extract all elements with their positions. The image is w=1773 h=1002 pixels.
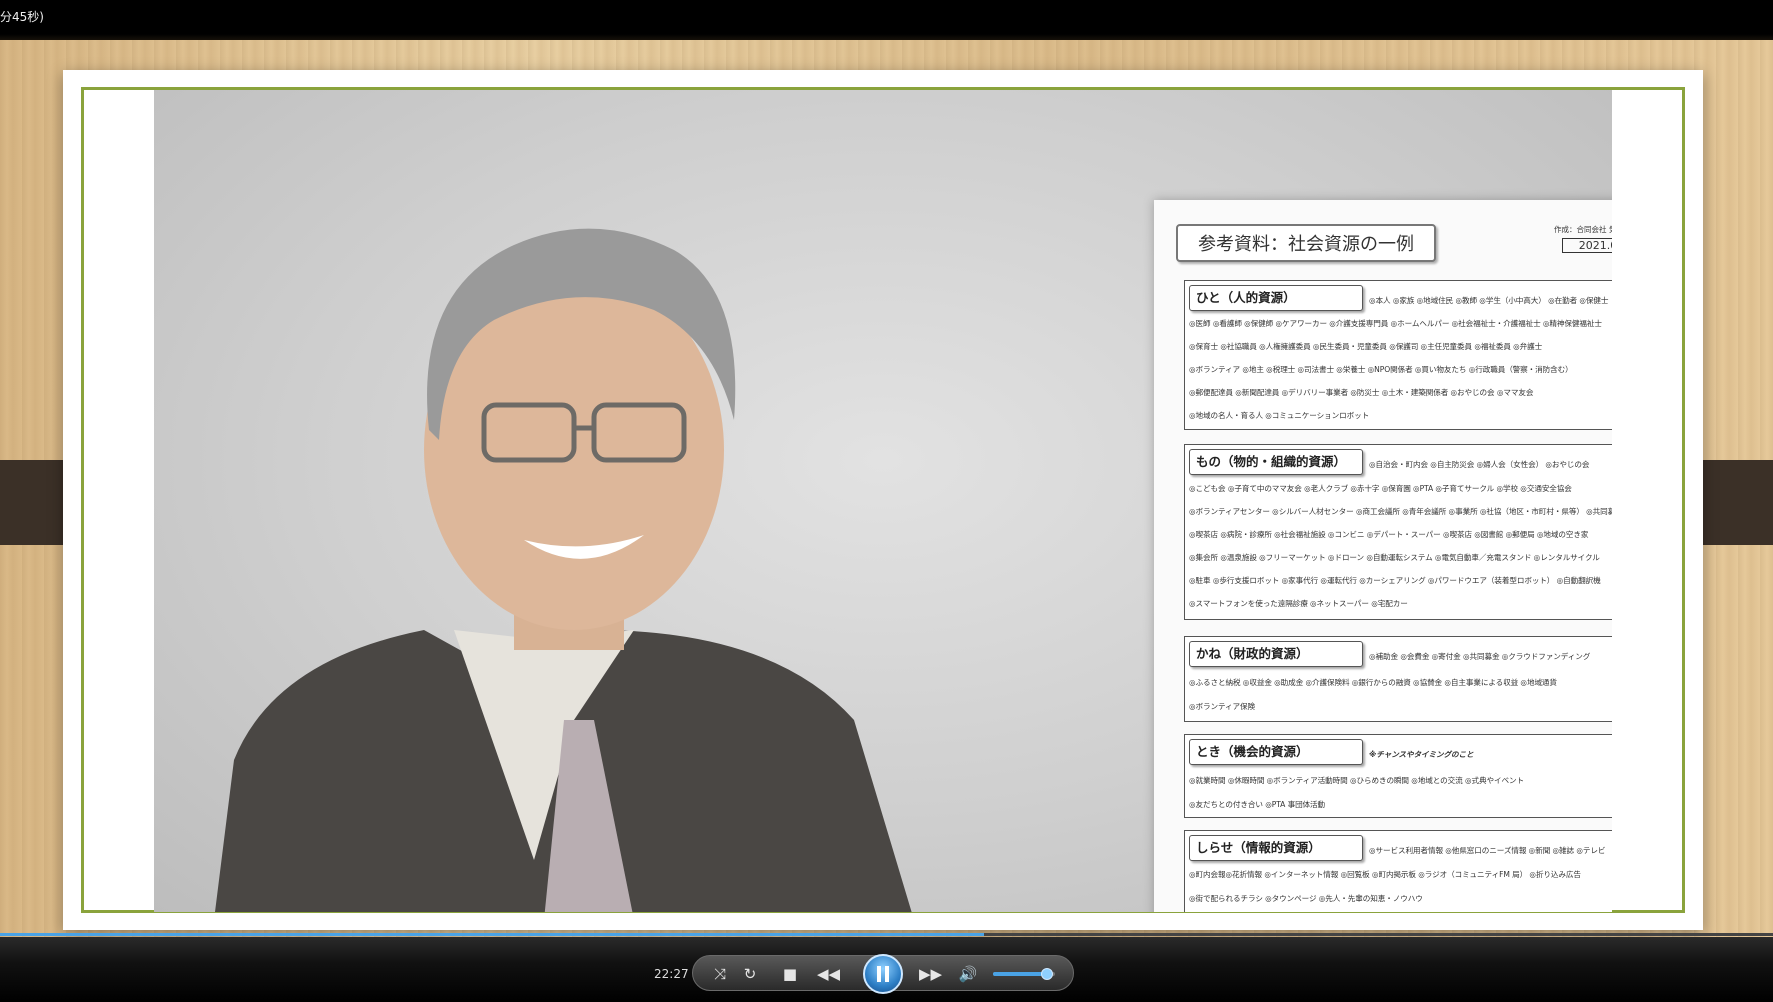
section-heading: ひと（人的資源） [1189,285,1363,311]
section-people: ひと（人的資源） ◎本人 ◎家族 ◎地域住民 ◎教師 ◎学生（小中高大） ◎在勤… [1184,280,1612,430]
section-money: かね（財政的資源） ◎補助金 ◎会費金 ◎寄付金 ◎共同募金 ◎クラウドファンデ… [1184,636,1612,722]
elapsed-label: 分45秒) [0,10,44,24]
player-controls: 22:27 ⤨ ↻ ■ ◀◀ ▶▶ 🔊 [0,937,1773,1002]
volume-icon[interactable]: 🔊 [957,964,979,984]
presenter-video: 参考資料：社会資源の一例 作成：合同会社 気愛道場研修企画工房 2021.09.… [154,90,1612,912]
section-line: ◎町内会報◎花折情報 ◎インターネット情報 ◎回覧板 ◎町内掲示板 ◎ラジオ（コ… [1189,870,1581,879]
document-date: 2021.09.01 現在 [1562,238,1612,253]
section-heading: とき（機会的資源） [1189,739,1363,765]
fast-forward-button[interactable]: ▶▶ [919,964,942,984]
rewind-button[interactable]: ◀◀ [817,964,840,984]
section-line: ◎医師 ◎看護師 ◎保健師 ◎ケアワーカー ◎介護支援専門員 ◎ホームヘルパー … [1189,319,1602,328]
section-heading: かね（財政的資源） [1189,641,1363,667]
section-line: ◎駐車 ◎歩行支援ロボット ◎家事代行 ◎運転代行 ◎カーシェアリング ◎パワー… [1189,576,1601,585]
section-time: とき（機会的資源） ※チャンスやタイミングのこと ◎就業時間 ◎休暇時間 ◎ボラ… [1184,734,1612,818]
presenter-image [215,228,912,912]
section-line: ◎補助金 ◎会費金 ◎寄付金 ◎共同募金 ◎クラウドファンディング [1369,652,1591,661]
section-information: しらせ（情報的資源） ◎サービス利用者情報 ◎他県窓口のニーズ情報 ◎新聞 ◎雑… [1184,830,1612,912]
section-heading: もの（物的・組織的資源） [1189,449,1363,475]
section-line: ◎喫茶店 ◎病院・診療所 ◎社会福祉施設 ◎コンビニ ◎デパート・スーパー ◎喫… [1189,530,1589,539]
pause-icon [877,966,889,982]
reference-document: 参考資料：社会資源の一例 作成：合同会社 気愛道場研修企画工房 2021.09.… [1154,200,1612,912]
section-line: ◎ボランティア保険 [1189,702,1256,711]
section-line: ◎街で配られるチラシ ◎タウンページ ◎先人・先輩の知恵・ノウハウ [1189,894,1423,903]
section-line: ◎友だちとの付き合い ◎PTA 事団体活動 [1189,800,1326,809]
section-line: ◎就業時間 ◎休暇時間 ◎ボランティア活動時間 ◎ひらめきの瞬間 ◎地域との交流… [1189,776,1524,785]
repeat-icon[interactable]: ↻ [739,964,761,984]
section-line: ◎スマートフォンを使った遠隔診療 ◎ネットスーパー ◎宅配カー [1189,599,1408,608]
section-heading: しらせ（情報的資源） [1189,835,1363,861]
section-line: ※チャンスやタイミングのこと [1369,750,1474,759]
seek-bar-progress [0,933,984,936]
document-title: 参考資料：社会資源の一例 [1176,224,1436,262]
section-line: ◎集会所 ◎温泉施設 ◎フリーマーケット ◎ドローン ◎自動運転システム ◎電気… [1189,553,1600,562]
control-pill: ⤨ ↻ ■ ◀◀ ▶▶ 🔊 [692,954,1074,994]
seek-bar[interactable] [0,933,1773,936]
volume-level [993,972,1047,976]
pause-button[interactable] [863,954,903,994]
section-line: ◎自治会・町内会 ◎自主防災会 ◎婦人会（女性会） ◎おやじの会 [1369,460,1590,469]
section-line: ◎サービス利用者情報 ◎他県窓口のニーズ情報 ◎新聞 ◎雑誌 ◎テレビ [1369,846,1606,855]
section-line: ◎ボランティア ◎地主 ◎税理士 ◎司法書士 ◎栄養士 ◎NPO関係者 ◎買い物… [1189,365,1573,374]
section-line: ◎こども会 ◎子育て中のママ友会 ◎老人クラブ ◎赤十字 ◎保育園 ◎PTA ◎… [1189,484,1572,493]
stop-button[interactable]: ■ [779,964,801,984]
section-line: ◎地域の名人・育る人 ◎コミュニケーションロボット [1189,411,1370,420]
section-line: ◎ボランティアセンター ◎シルバー人材センター ◎商工会議所 ◎青年会議所 ◎事… [1189,507,1612,516]
section-line: ◎ふるさと納税 ◎収益金 ◎助成金 ◎介護保険料 ◎銀行からの融資 ◎協賛金 ◎… [1189,678,1557,687]
section-things: もの（物的・組織的資源） ◎自治会・町内会 ◎自主防災会 ◎婦人会（女性会） ◎… [1184,444,1612,620]
slide-card: 参考資料：社会資源の一例 作成：合同会社 気愛道場研修企画工房 2021.09.… [63,70,1703,930]
document-author: 作成：合同会社 気愛道場研修企画工房 [1554,225,1612,234]
volume-knob[interactable] [1040,968,1053,980]
section-line: ◎本人 ◎家族 ◎地域住民 ◎教師 ◎学生（小中高大） ◎在勤者 ◎保健士 [1369,296,1609,305]
section-line: ◎郵便配達員 ◎新聞配達員 ◎デリバリー事業者 ◎防災士 ◎土木・建築関係者 ◎… [1189,388,1534,397]
shuffle-icon[interactable]: ⤨ [709,964,731,984]
section-line: ◎保育士 ◎社協職員 ◎人権擁護委員 ◎民生委員・児童委員 ◎保護司 ◎主任児童… [1189,342,1543,351]
time-display: 22:27 [654,967,689,981]
volume-slider[interactable] [993,968,1055,980]
